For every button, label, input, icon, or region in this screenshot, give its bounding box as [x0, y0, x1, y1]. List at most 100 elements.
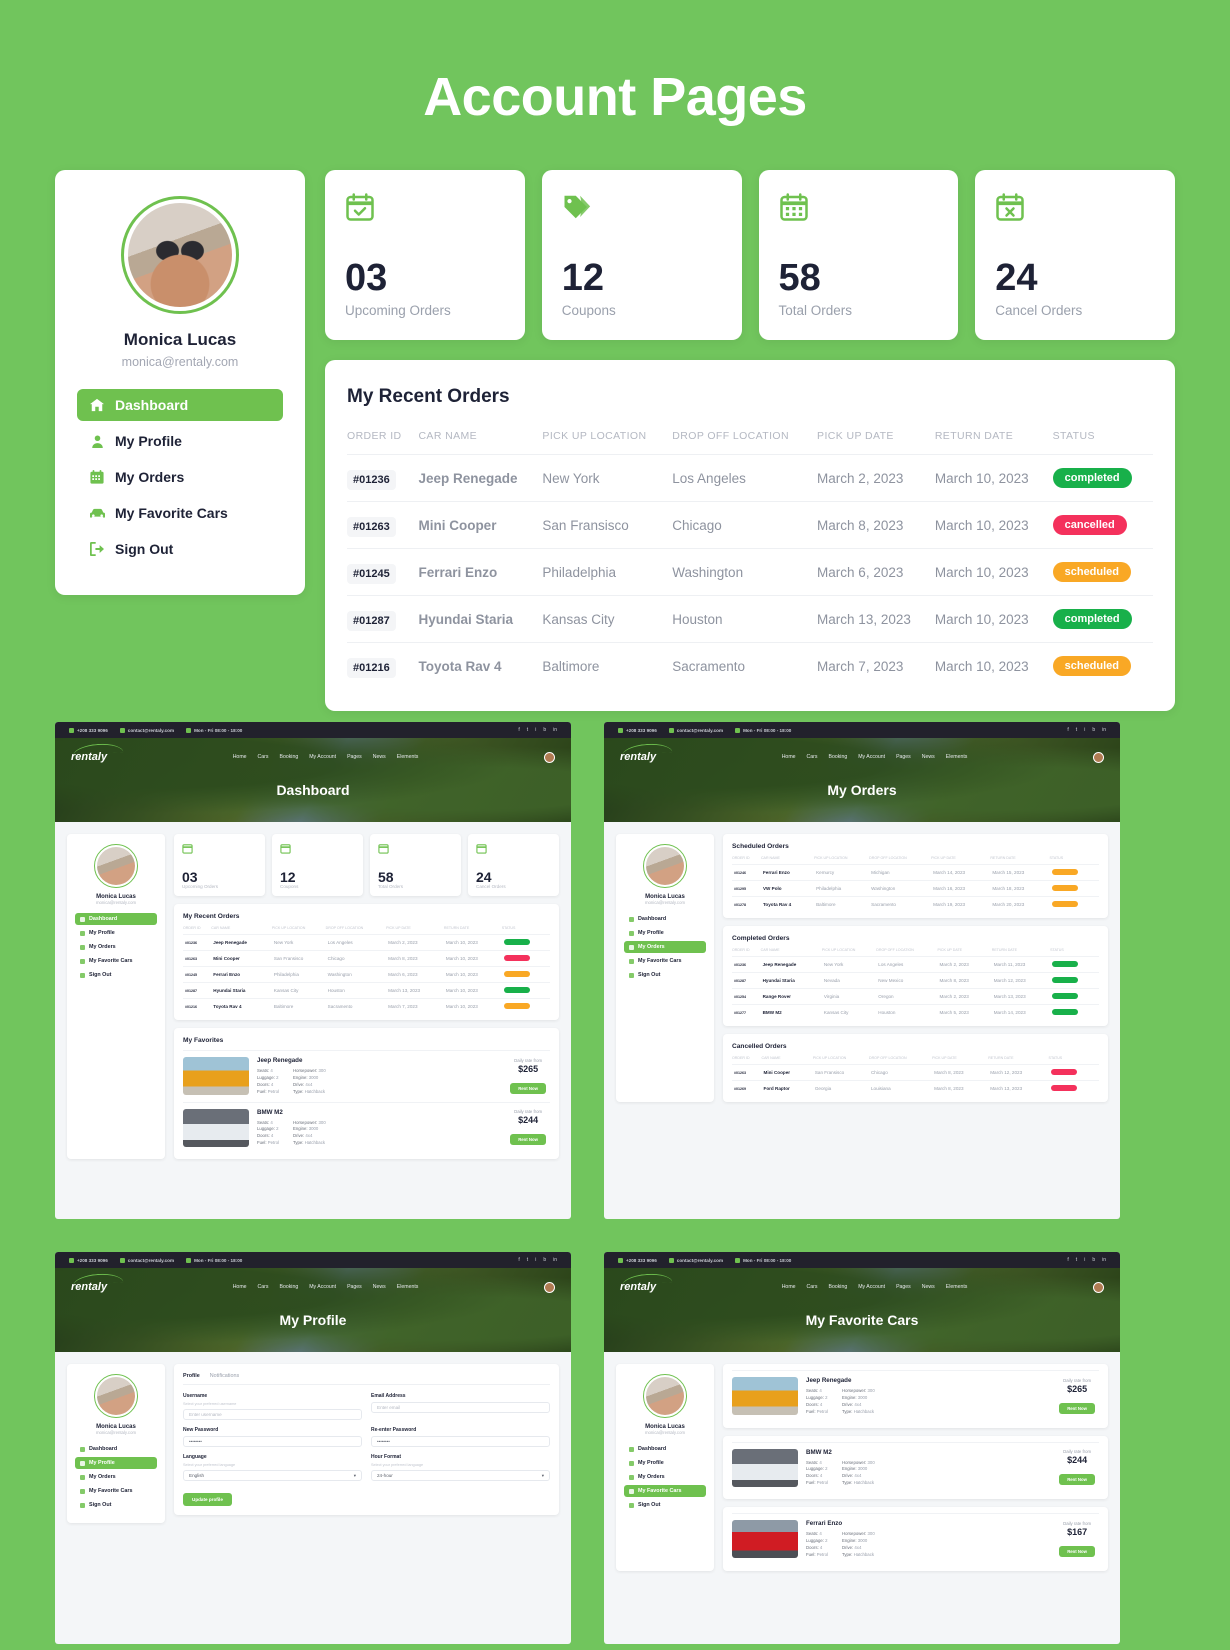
logo[interactable]: rentaly	[71, 751, 107, 763]
sidebar-item-dashboard[interactable]: Dashboard	[624, 913, 706, 925]
sidebar-item-my-favorite-cars[interactable]: My Favorite Cars	[75, 1485, 157, 1497]
stat-value: 12	[561, 257, 605, 299]
logo[interactable]: rentaly	[620, 751, 656, 763]
sidebar-item-sign-out[interactable]: Sign Out	[77, 533, 283, 565]
sidebar-item-my-orders[interactable]: My Orders	[624, 1471, 706, 1483]
sidebar-item-my-orders[interactable]: My Orders	[77, 461, 283, 493]
table-row[interactable]: #01246 Ferrari Enzo Kemurcy Michigan March 1…	[732, 864, 1099, 881]
sidebar-item-my-profile[interactable]: My Profile	[624, 927, 706, 939]
logo[interactable]: rentaly	[71, 1281, 107, 1293]
rent-now-button[interactable]: Rent Now	[1059, 1545, 1095, 1557]
table-row[interactable]: #01236 Jeep Renegade New York Los Angeles Ma…	[183, 934, 550, 951]
sidebar-item-dashboard[interactable]: Dashboard	[75, 913, 157, 925]
nav-menu[interactable]: Home Cars Booking My Account Pages News Elemen…	[233, 754, 419, 760]
nav-avatar[interactable]	[544, 751, 555, 763]
status-badge: completed	[1052, 609, 1132, 629]
sidebar-item-my-favorite-cars[interactable]: My Favorite Cars	[624, 955, 706, 967]
table-row[interactable]: #01245 Ferrari Enzo Philadelphia Washington…	[183, 966, 550, 983]
cell-dropoff-location: Chicago	[672, 501, 818, 549]
nav-menu[interactable]: Home Cars Booking My Account Pages News Elemen…	[782, 754, 968, 760]
sidebar-item-sign-out[interactable]: Sign Out	[624, 969, 706, 981]
tab-notifications[interactable]: Notifications	[210, 1373, 239, 1379]
preview-my-orders[interactable]: +208 333 9096 contact@rentaly.com Mon - …	[604, 722, 1120, 1219]
sidebar-item-my-profile[interactable]: My Profile	[77, 425, 283, 457]
nav-menu[interactable]: Home Cars Booking My Account Pages News Elemen…	[233, 1284, 419, 1290]
profile-tabs[interactable]: Profile Notifications	[183, 1373, 550, 1385]
field-label: Language	[183, 1454, 207, 1460]
rent-now-button[interactable]: Rent Now	[510, 1134, 546, 1146]
nav-avatar[interactable]	[1093, 751, 1104, 763]
table-row[interactable]: #01236 Jeep Renegade New York Los Angeles Ma…	[732, 956, 1099, 973]
rent-now-button[interactable]: Rent Now	[1059, 1402, 1095, 1414]
rent-now-button[interactable]: Rent Now	[510, 1082, 546, 1094]
favorite-car-row[interactable]: Jeep Renegade Seats: 4 Luggage: 2 Doors: 4F…	[183, 1050, 550, 1102]
table-row[interactable]: #01216 Toyota Rav 4 Baltimore Sacramento Mar…	[183, 998, 550, 1014]
social-icons[interactable]: f t i b in	[1067, 1257, 1106, 1263]
sidebar-item-sign-out[interactable]: Sign Out	[75, 969, 157, 981]
table-row[interactable]: #01278 Toyota Rav 4 Baltimore Sacramento Mar…	[732, 896, 1099, 912]
nav-menu[interactable]: Home Cars Booking My Account Pages News Elemen…	[782, 1284, 968, 1290]
cell-status: scheduled	[1052, 548, 1153, 596]
car-icon	[89, 505, 105, 521]
update-profile-button[interactable]: Update profile	[183, 1493, 232, 1506]
sidebar-item-my-orders[interactable]: My Orders	[75, 941, 157, 953]
favorite-car-card[interactable]: Jeep Renegade Seats: 4 Luggage: 2 Doors: 4F…	[723, 1364, 1108, 1428]
car-image	[183, 1108, 249, 1147]
sidebar-item-dashboard[interactable]: Dashboard	[624, 1443, 706, 1455]
sidebar-item-my-favorite-cars[interactable]: My Favorite Cars	[77, 497, 283, 529]
rent-now-button[interactable]: Rent Now	[1059, 1474, 1095, 1486]
table-row[interactable]: #01254 Range Rover Virginia Oregon March 2, …	[732, 988, 1099, 1005]
sidebar-item-my-profile[interactable]: My Profile	[624, 1457, 706, 1469]
logo[interactable]: rentaly	[620, 1281, 656, 1293]
table-row[interactable]: #01287 Hyundai Staria Kansas City Houston Ma…	[347, 595, 1153, 643]
table-row[interactable]: #01263 Mini Cooper San Fransisco Chicago Mar…	[732, 1064, 1099, 1081]
sidebar-item-my-profile[interactable]: My Profile	[75, 927, 157, 939]
table-row[interactable]: #01287 Hyundai Staria Kansas City Houston Ma…	[183, 982, 550, 999]
sidebar-item-dashboard[interactable]: Dashboard	[75, 1443, 157, 1455]
text-input[interactable]: ••••••••	[183, 1436, 362, 1447]
field-hint: Select your preferred language	[183, 1463, 236, 1467]
select-input[interactable]: 24-hour ▾	[371, 1470, 550, 1481]
status-badge: cancelled	[1052, 515, 1127, 535]
stats-row: 03 Upcoming Orders 12 Coupons 58 Total O…	[325, 170, 1175, 340]
sidebar-item-sign-out[interactable]: Sign Out	[624, 1499, 706, 1511]
sidebar-item-my-favorite-cars[interactable]: My Favorite Cars	[75, 955, 157, 967]
table-row[interactable]: #01245 Ferrari Enzo Philadelphia Washington…	[347, 548, 1153, 596]
tab-profile[interactable]: Profile	[183, 1373, 200, 1379]
nav-avatar[interactable]	[1093, 1281, 1104, 1293]
favorite-car-card[interactable]: Ferrari Enzo Seats: 4 Luggage: 2 Doors: 4 Fu…	[723, 1507, 1108, 1571]
text-input[interactable]: Enter email	[371, 1402, 550, 1413]
preview-dashboard[interactable]: +208 333 9096 contact@rentaly.com Mon - …	[55, 722, 571, 1219]
social-icons[interactable]: f t i b in	[518, 727, 557, 733]
sidebar-item-my-profile[interactable]: My Profile	[75, 1457, 157, 1469]
table-row[interactable]: #01269 Ford Raptor Georgia Louisiana March 8…	[732, 1080, 1099, 1096]
sidebar-item-dashboard[interactable]: Dashboard	[77, 389, 283, 421]
favorite-car-row[interactable]: BMW M2 Seats: 4 Luggage: 2 Doors: 4 Fuel: Pe…	[183, 1101, 550, 1154]
sidebar-item-my-favorite-cars[interactable]: My Favorite Cars	[624, 1485, 706, 1497]
sidebar-item-my-orders[interactable]: My Orders	[75, 1471, 157, 1483]
table-row[interactable]: #01295 VW Polo Philadelphia Washington March…	[732, 880, 1099, 897]
social-icons[interactable]: f t i b in	[1067, 727, 1106, 733]
table-row[interactable]: #01216 Toyota Rav 4 Baltimore Sacramento Mar…	[347, 642, 1153, 689]
table-row[interactable]: #01263 Mini Cooper San Fransisco Chicago Mar…	[347, 501, 1153, 549]
preview-my-favorite-cars[interactable]: +208 333 9096 contact@rentaly.com Mon - …	[604, 1252, 1120, 1644]
preview-my-profile[interactable]: +208 333 9096 contact@rentaly.com Mon - …	[55, 1252, 571, 1644]
sidebar-label: Dashboard	[115, 397, 189, 413]
nav-avatar[interactable]	[544, 1281, 555, 1293]
text-input[interactable]: Enter username	[183, 1409, 362, 1420]
social-icons[interactable]: f t i b in	[518, 1257, 557, 1263]
table-row[interactable]: #01236 Jeep Renegade New York Los Angeles Ma…	[347, 454, 1153, 502]
favorite-car-card[interactable]: BMW M2 Seats: 4 Luggage: 2 Doors: 4 Fuel: Pe…	[723, 1435, 1108, 1499]
favorite-car-row[interactable]: Ferrari Enzo Seats: 4 Luggage: 2 Doors: 4 Fu…	[732, 1513, 1099, 1565]
table-row[interactable]: #01263 Mini Cooper San Fransisco Chicago Mar…	[183, 950, 550, 967]
sidebar-item-sign-out[interactable]: Sign Out	[75, 1499, 157, 1511]
cell-order-id: #01245	[347, 548, 419, 596]
text-input[interactable]: ••••••••	[371, 1436, 550, 1447]
select-input[interactable]: English ▾	[183, 1470, 362, 1481]
table-row[interactable]: #01277 BMW M2 Kansas City Houston March 5, 2…	[732, 1004, 1099, 1020]
page-previews: +208 333 9096 contact@rentaly.com Mon - …	[55, 722, 1120, 1644]
favorite-car-row[interactable]: BMW M2 Seats: 4 Luggage: 2 Doors: 4 Fuel: Pe…	[732, 1441, 1099, 1494]
table-row[interactable]: #01287 Hyundai Staria Nevada New Mexico Marc…	[732, 972, 1099, 989]
favorite-car-row[interactable]: Jeep Renegade Seats: 4 Luggage: 2 Doors: 4F…	[732, 1370, 1099, 1422]
sidebar-item-my-orders[interactable]: My Orders	[624, 941, 706, 953]
